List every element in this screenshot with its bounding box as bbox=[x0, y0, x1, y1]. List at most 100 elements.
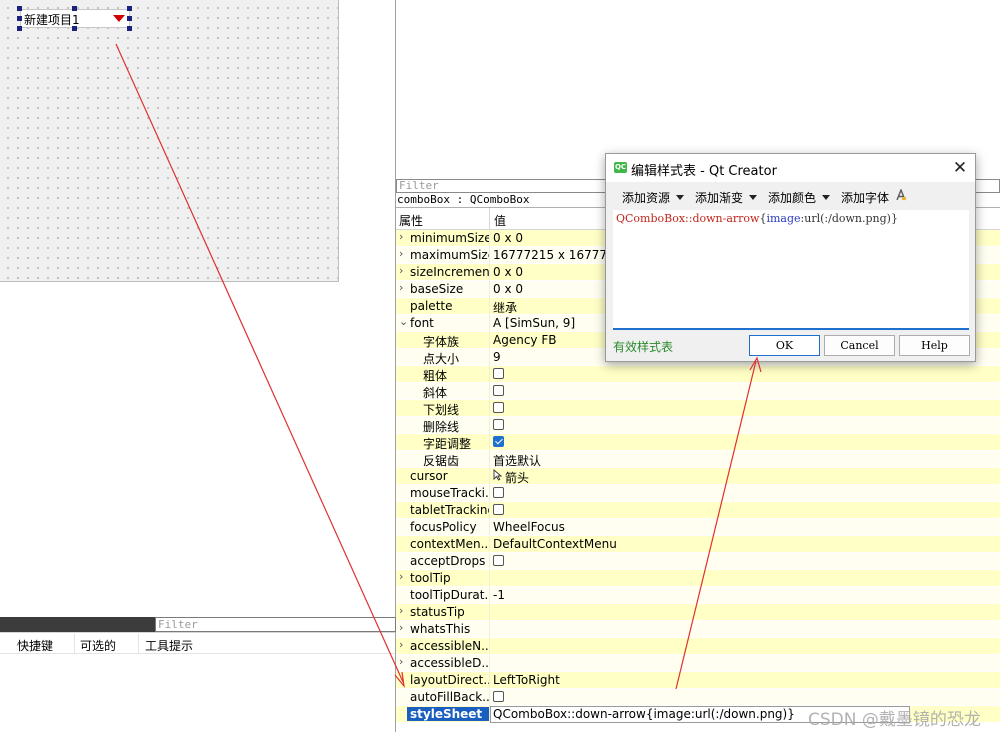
chevron-right-icon[interactable]: › bbox=[399, 247, 403, 260]
property-checkbox[interactable] bbox=[493, 368, 504, 379]
property-checkbox[interactable] bbox=[493, 402, 504, 413]
property-row[interactable]: 下划线 bbox=[396, 400, 1000, 417]
property-row[interactable]: › whatsThis bbox=[396, 621, 1000, 638]
property-row[interactable]: focusPolicy WheelFocus bbox=[396, 519, 1000, 536]
column-header-value[interactable]: 值 bbox=[494, 212, 506, 229]
add-font-button[interactable]: 添加字体 bbox=[841, 189, 889, 206]
property-row[interactable]: autoFillBack... bbox=[396, 689, 1000, 706]
add-gradient-dropdown-icon[interactable] bbox=[749, 195, 757, 200]
column-divider bbox=[489, 604, 490, 621]
property-value[interactable]: 首选默认 bbox=[493, 452, 541, 469]
property-name: contextMen... bbox=[410, 537, 490, 551]
column-header-tooltip[interactable]: 工具提示 bbox=[145, 637, 193, 654]
help-button[interactable]: Help bbox=[899, 335, 970, 356]
property-value[interactable]: 0 x 0 bbox=[493, 282, 523, 296]
selection-handle[interactable] bbox=[127, 6, 132, 11]
chevron-right-icon[interactable]: › bbox=[399, 281, 403, 294]
property-value[interactable]: Agency FB bbox=[493, 333, 556, 347]
column-header-property[interactable]: 属性 bbox=[399, 212, 423, 229]
property-row[interactable]: 斜体 bbox=[396, 383, 1000, 400]
property-checkbox[interactable] bbox=[493, 487, 504, 498]
property-row[interactable]: toolTipDurat... -1 bbox=[396, 587, 1000, 604]
chevron-right-icon[interactable]: › bbox=[399, 570, 403, 583]
close-icon[interactable]: ✕ bbox=[948, 157, 972, 179]
property-name: 字体族 bbox=[423, 335, 460, 349]
column-header-checkable[interactable]: 可选的 bbox=[80, 637, 116, 654]
column-divider bbox=[489, 502, 490, 519]
chevron-right-icon[interactable]: › bbox=[399, 621, 403, 634]
selection-handle[interactable] bbox=[72, 26, 77, 31]
property-checkbox[interactable] bbox=[493, 419, 504, 430]
add-color-dropdown-icon[interactable] bbox=[822, 195, 830, 200]
property-row[interactable]: › statusTip bbox=[396, 604, 1000, 621]
cancel-button[interactable]: Cancel bbox=[824, 335, 895, 356]
property-row[interactable]: mouseTracki... bbox=[396, 485, 1000, 502]
add-gradient-button[interactable]: 添加渐变 bbox=[695, 189, 743, 206]
column-divider bbox=[489, 689, 490, 706]
property-value[interactable]: QComboBox::down-arrow{image:url(:/down.p… bbox=[493, 707, 795, 721]
ok-button[interactable]: OK bbox=[749, 335, 820, 356]
selection-handle[interactable] bbox=[127, 26, 132, 31]
property-row[interactable]: cursor 箭头 bbox=[396, 468, 1000, 485]
property-row[interactable]: 删除线 bbox=[396, 417, 1000, 434]
property-checkbox[interactable] bbox=[493, 504, 504, 515]
property-checkbox[interactable] bbox=[493, 436, 504, 447]
add-resource-dropdown-icon[interactable] bbox=[676, 195, 684, 200]
property-value[interactable]: LeftToRight bbox=[493, 673, 560, 687]
selection-handle[interactable] bbox=[17, 26, 22, 31]
property-value[interactable]: 0 x 0 bbox=[493, 231, 523, 245]
property-name: statusTip bbox=[410, 605, 465, 619]
column-divider bbox=[489, 638, 490, 655]
column-header-shortcut[interactable]: 快捷键 bbox=[17, 637, 53, 654]
property-name: 删除线 bbox=[423, 420, 460, 434]
selection-handle[interactable] bbox=[127, 16, 132, 21]
property-row[interactable]: contextMen... DefaultContextMenu bbox=[396, 536, 1000, 553]
chevron-right-icon[interactable]: › bbox=[399, 638, 403, 651]
property-value[interactable]: 9 bbox=[493, 350, 501, 364]
property-row[interactable]: › accessibleN... bbox=[396, 638, 1000, 655]
property-row[interactable]: 反锯齿 首选默认 bbox=[396, 451, 1000, 468]
combobox-down-arrow-icon[interactable] bbox=[113, 15, 125, 22]
property-row[interactable]: › toolTip bbox=[396, 570, 1000, 587]
form-design-canvas[interactable]: 新建项目1 bbox=[0, 0, 339, 282]
property-row[interactable]: layoutDirect... LeftToRight bbox=[396, 672, 1000, 689]
property-value[interactable]: 0 x 0 bbox=[493, 265, 523, 279]
property-name: 字距调整 bbox=[423, 437, 472, 451]
property-value[interactable]: WheelFocus bbox=[493, 520, 565, 534]
property-row[interactable]: › accessibleD... bbox=[396, 655, 1000, 672]
property-row[interactable]: acceptDrops bbox=[396, 553, 1000, 570]
dialog-title-bar[interactable]: QC 编辑样式表 - Qt Creator ✕ bbox=[606, 154, 975, 182]
chevron-right-icon[interactable]: › bbox=[399, 230, 403, 243]
add-resource-button[interactable]: 添加资源 bbox=[622, 189, 670, 206]
add-color-button[interactable]: 添加颜色 bbox=[768, 189, 816, 206]
chevron-down-icon[interactable]: ⌄ bbox=[399, 315, 408, 328]
chevron-right-icon[interactable]: › bbox=[399, 604, 403, 617]
property-row[interactable]: tabletTracking bbox=[396, 502, 1000, 519]
property-name: whatsThis bbox=[410, 622, 471, 636]
font-icon[interactable] bbox=[895, 188, 907, 204]
selection-handle[interactable] bbox=[72, 6, 77, 11]
selection-handle[interactable] bbox=[17, 16, 22, 21]
chevron-right-icon[interactable]: › bbox=[399, 264, 403, 277]
selection-handle[interactable] bbox=[17, 6, 22, 11]
action-filter-input[interactable]: Filter bbox=[155, 617, 396, 632]
property-value[interactable]: 继承 bbox=[493, 299, 517, 316]
column-divider bbox=[489, 417, 490, 434]
property-value[interactable]: -1 bbox=[493, 588, 505, 602]
column-divider bbox=[489, 553, 490, 570]
column-divider bbox=[489, 621, 490, 638]
property-checkbox[interactable] bbox=[493, 555, 504, 566]
property-name: accessibleN... bbox=[410, 639, 490, 653]
property-name: toolTip bbox=[410, 571, 451, 585]
property-value[interactable]: A [SimSun, 9] bbox=[493, 316, 575, 330]
property-row[interactable]: 粗体 bbox=[396, 366, 1000, 383]
property-row[interactable]: 字距调整 bbox=[396, 434, 1000, 451]
property-name: 下划线 bbox=[423, 403, 460, 417]
stylesheet-text-editor[interactable]: QComboBox::down-arrow{image:url(:/down.p… bbox=[613, 210, 969, 330]
property-checkbox[interactable] bbox=[493, 691, 504, 702]
column-divider bbox=[138, 634, 139, 654]
property-checkbox[interactable] bbox=[493, 385, 504, 396]
chevron-right-icon[interactable]: › bbox=[399, 655, 403, 668]
property-value[interactable]: 箭头 bbox=[505, 469, 529, 486]
property-value[interactable]: DefaultContextMenu bbox=[493, 537, 617, 551]
